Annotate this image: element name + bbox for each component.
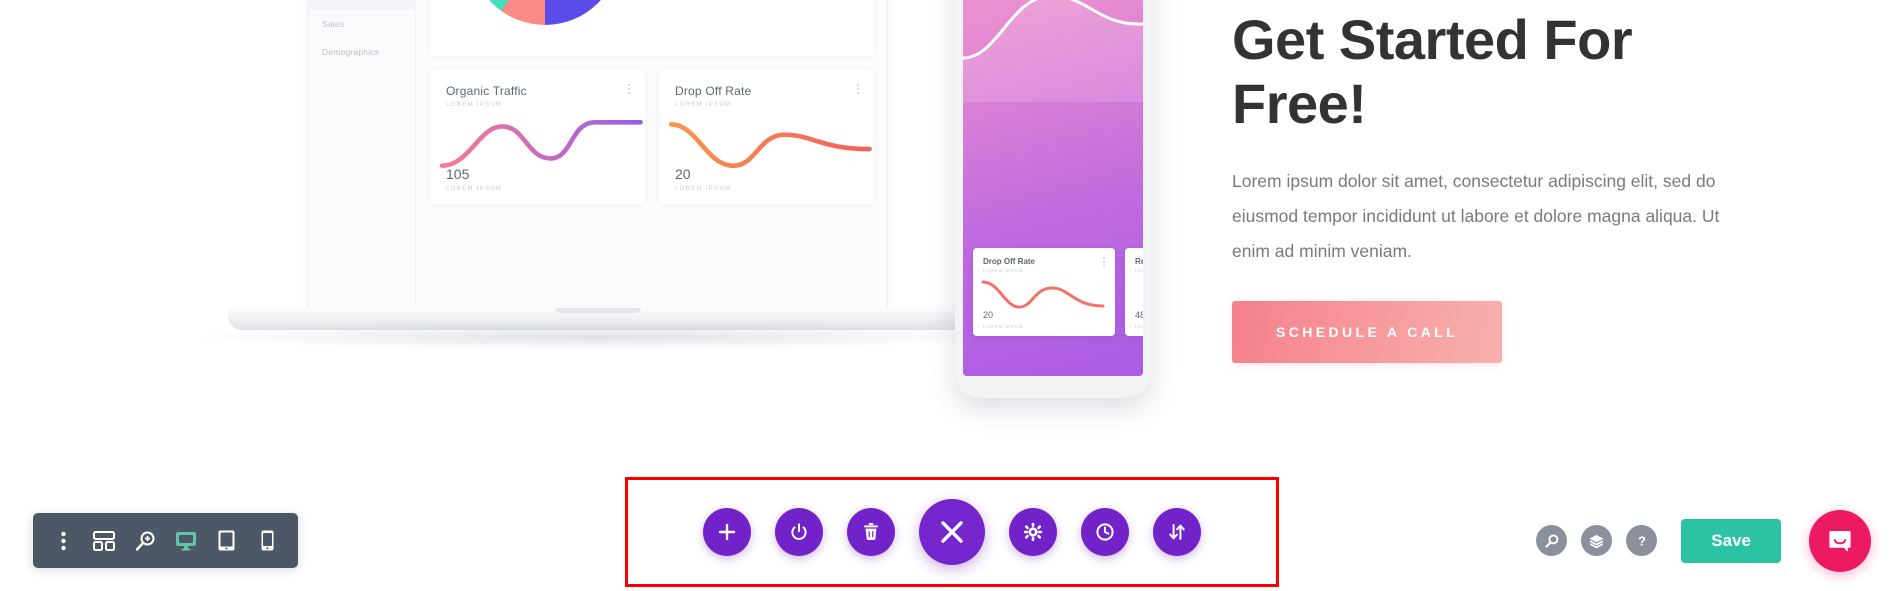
- card-title: Drop Off Rate: [983, 257, 1035, 266]
- schedule-a-call-button[interactable]: SCHEDULE A CALL: [1232, 300, 1503, 363]
- sidebar-item-label: Sales: [322, 19, 345, 29]
- delete-button[interactable]: [847, 508, 895, 556]
- close-builder-button[interactable]: [919, 499, 985, 565]
- layers-icon: [1589, 534, 1604, 548]
- close-x-icon: [941, 521, 963, 543]
- sidebar-item-sales[interactable]: Sales: [308, 10, 415, 38]
- sidebar-item-brand-awareness[interactable]: Brand Awareness: [308, 0, 415, 10]
- drop-off-rate-sparkline: [668, 122, 872, 168]
- card-title: Organic Traffic: [446, 84, 527, 98]
- phone-screen: Organic Traffic LOREM IPSUM Drop Off Rat…: [963, 0, 1143, 376]
- card-subtitle: LOREM IPSUM: [1135, 268, 1143, 273]
- trash-icon: [864, 523, 878, 541]
- search-button[interactable]: [1536, 525, 1568, 556]
- magnifier-plus-icon[interactable]: [132, 528, 158, 554]
- card-value-sublabel: LOREM IPSUM: [446, 186, 503, 192]
- laptop-mockup: Brand Awareness Sales Demographics: [188, 0, 1008, 372]
- magnifier-icon: [1545, 533, 1559, 547]
- kebab-menu-icon[interactable]: [1103, 257, 1106, 269]
- question-mark-icon: ?: [1638, 533, 1646, 548]
- builder-left-toolbar[interactable]: [33, 513, 298, 568]
- card-subtitle: LOREM IPSUM: [446, 102, 503, 108]
- card-subtitle: LOREM IPSUM: [675, 102, 732, 108]
- phone-card-row: Drop Off Rate LOREM IPSUM 20 LOREM IPSUM…: [973, 248, 1143, 336]
- wireframe-icon[interactable]: [91, 528, 117, 554]
- card-title: Referrals: [1135, 257, 1143, 266]
- hero-body-text: Lorem ipsum dolor sit amet, consectetur …: [1232, 170, 1720, 261]
- up-down-arrows-icon: [1169, 524, 1185, 540]
- dashboard-sidebar: Brand Awareness Sales Demographics: [308, 0, 416, 312]
- card-value: 48: [1135, 310, 1143, 320]
- chat-bubble-icon: [1829, 530, 1851, 552]
- power-toggle-button[interactable]: [775, 508, 823, 556]
- phone-referrals-card: Referrals LOREM IPSUM 48 LOREM IPSUM: [1125, 248, 1143, 336]
- phone-mockup: Organic Traffic LOREM IPSUM Drop Off Rat…: [955, 0, 1151, 398]
- donut-chart: [470, 0, 620, 25]
- organic-traffic-card: Organic Traffic LOREM IPSUM 105 LOREM IP: [430, 70, 645, 204]
- card-title: Drop Off Rate: [675, 84, 752, 98]
- settings-button[interactable]: [1009, 508, 1057, 556]
- browser-viewport: Brand Awareness Sales Demographics: [0, 0, 1899, 591]
- card-value: 20: [675, 166, 691, 182]
- hero-text-block: Get Started For Free! Lorem ipsum dolor …: [1232, 8, 1752, 363]
- sidebar-item-label: Brand Awareness: [322, 0, 391, 1]
- tablet-icon[interactable]: [214, 528, 240, 554]
- kebab-menu-icon[interactable]: [628, 84, 631, 96]
- save-button[interactable]: Save: [1681, 518, 1781, 563]
- card-value: 105: [446, 166, 470, 182]
- card-value: 20: [983, 310, 994, 320]
- layers-button[interactable]: [1581, 525, 1613, 556]
- donut-chart-ring: [470, 0, 620, 25]
- sidebar-item-label: Demographics: [322, 47, 380, 57]
- help-button[interactable]: ?: [1626, 525, 1658, 556]
- card-subtitle: LOREM IPSUM: [983, 268, 1024, 273]
- card-value-sublabel: LOREM IPSUM: [675, 186, 732, 192]
- hero-section: Brand Awareness Sales Demographics: [0, 0, 1899, 470]
- sidebar-item-demographics[interactable]: Demographics: [308, 38, 415, 66]
- add-section-button[interactable]: [703, 508, 751, 556]
- laptop-shadow: [188, 324, 1008, 350]
- phone-drop-off-rate-card: Drop Off Rate LOREM IPSUM 20 LOREM IPSUM: [973, 248, 1115, 336]
- kebab-menu-icon[interactable]: [857, 84, 860, 96]
- power-icon: [791, 523, 807, 540]
- chat-launcher-button[interactable]: [1809, 509, 1871, 572]
- card-value-sublabel: LOREM IPSUM: [983, 324, 1024, 329]
- drop-off-rate-card: Drop Off Rate LOREM IPSUM 20 LOREM IPSUM: [659, 70, 874, 204]
- laptop-screen: Brand Awareness Sales Demographics: [308, 0, 888, 312]
- dashboard-ui: Brand Awareness Sales Demographics: [308, 0, 888, 312]
- history-button[interactable]: [1081, 508, 1129, 556]
- gear-icon: [1023, 522, 1043, 542]
- portability-button[interactable]: [1153, 508, 1201, 556]
- desktop-icon[interactable]: [173, 528, 199, 554]
- dashboard-main: 70% LOREM IPSUM 10% LOREM IPSUM: [416, 0, 888, 312]
- phone-wave-chart: [963, 0, 1143, 102]
- plus-icon: [718, 523, 736, 541]
- svg-text:?: ?: [1638, 533, 1646, 548]
- phone-sparkline: [981, 280, 1105, 309]
- phone-icon[interactable]: [255, 528, 281, 554]
- more-options-icon[interactable]: [50, 528, 76, 554]
- builder-center-toolbar[interactable]: [628, 480, 1276, 584]
- donut-chart-panel: 70% LOREM IPSUM 10% LOREM IPSUM: [430, 0, 874, 56]
- dashboard-card-row: Organic Traffic LOREM IPSUM 105 LOREM IP: [430, 70, 874, 204]
- card-value-sublabel: LOREM IPSUM: [1135, 324, 1143, 329]
- page-title: Get Started For Free!: [1232, 8, 1633, 135]
- builder-center-toolbar-highlight: [625, 477, 1279, 587]
- clock-icon: [1096, 523, 1114, 541]
- builder-right-toolbar[interactable]: ? Save: [1536, 509, 1871, 572]
